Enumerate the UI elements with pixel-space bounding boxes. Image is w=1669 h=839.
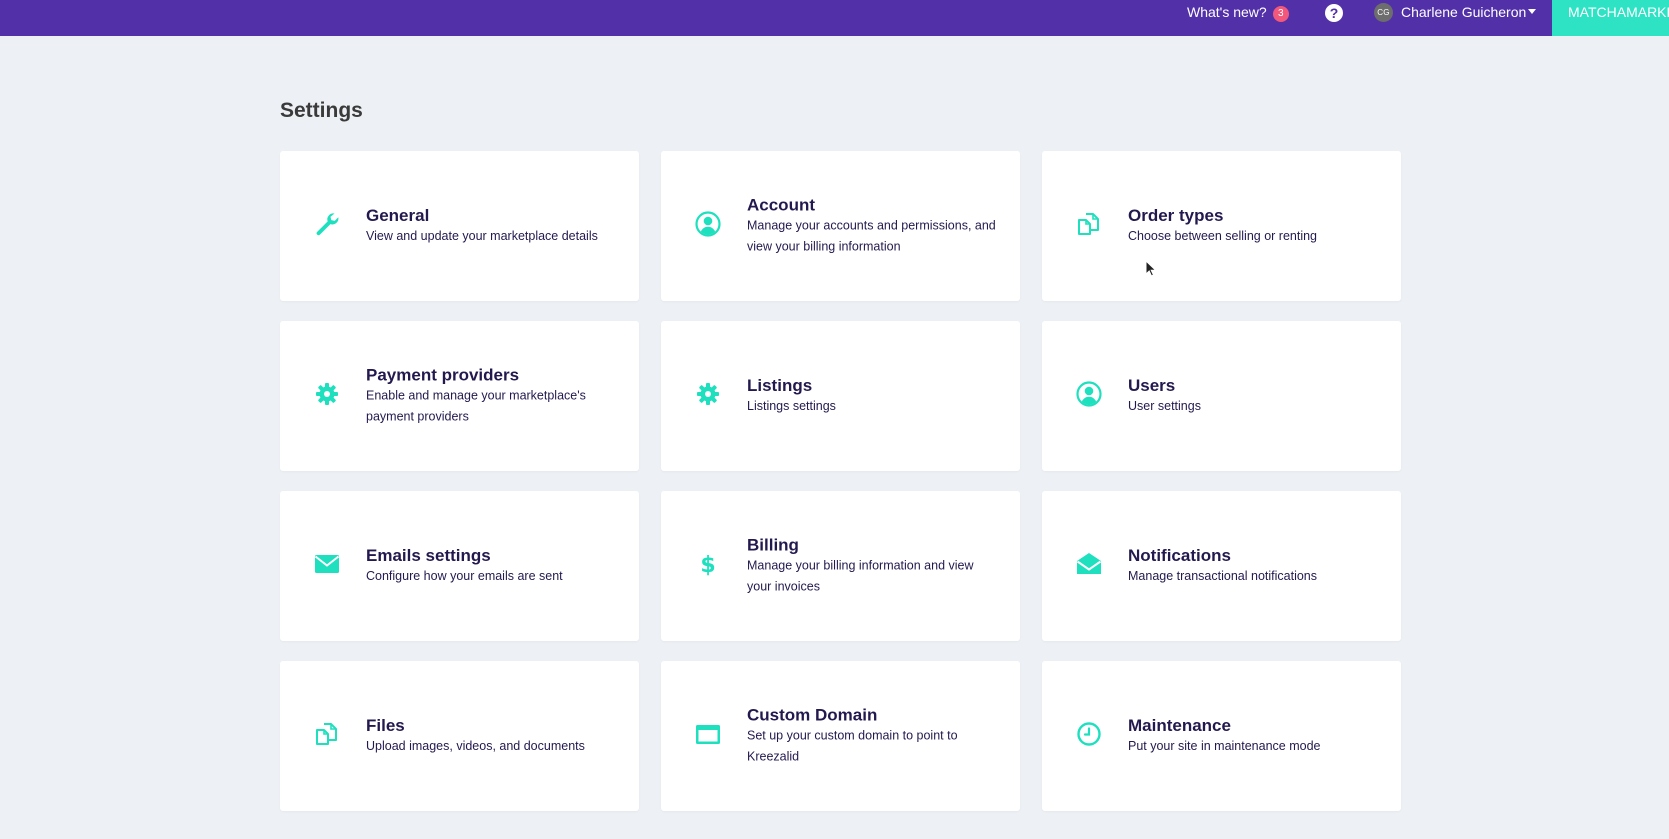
card-description: User settings (1128, 399, 1201, 413)
card-title: Payment providers (366, 365, 520, 385)
card-description: Manage transactional notifications (1128, 569, 1318, 583)
card-title: Maintenance (1128, 716, 1231, 735)
settings-card-billing[interactable]: $ Billing Manage your billing informatio… (661, 491, 1020, 641)
envelope-open-icon (1076, 551, 1102, 577)
whats-new-label: What's new? (1187, 4, 1267, 20)
card-title: General (366, 206, 430, 225)
whats-new-count-badge: 3 (1272, 6, 1289, 22)
documents-icon (314, 721, 340, 747)
settings-card-emails-settings[interactable]: Emails settings Configure how your email… (280, 491, 639, 641)
gear-icon (314, 381, 340, 407)
mouse-cursor-icon (1145, 259, 1157, 278)
page-title: Settings (280, 99, 363, 122)
settings-card-custom-domain[interactable]: Custom Domain Set up your custom domain … (661, 661, 1020, 811)
help-icon[interactable]: ? (1325, 4, 1343, 22)
clock-icon (1076, 721, 1102, 747)
settings-card-order-types[interactable]: Order types Choose between selling or re… (1042, 151, 1401, 301)
card-title: Files (366, 716, 405, 735)
user-circle-icon (1076, 381, 1102, 407)
card-description: Listings settings (747, 399, 836, 413)
envelope-icon (314, 551, 340, 577)
settings-card-listings[interactable]: Listings Listings settings (661, 321, 1020, 471)
settings-card-files[interactable]: Files Upload images, videos, and documen… (280, 661, 639, 811)
card-description: Manage your billing information and view… (747, 558, 974, 594)
card-description: Choose between selling or renting (1128, 229, 1318, 243)
chevron-down-icon[interactable] (1528, 9, 1536, 14)
card-description: Manage your accounts and permissions, an… (747, 218, 996, 254)
card-title: Account (747, 195, 815, 215)
whats-new-link[interactable]: What's new? 3 (1187, 0, 1289, 24)
wrench-icon (314, 211, 340, 237)
card-title: Order types (1128, 206, 1224, 225)
settings-card-users[interactable]: Users User settings (1042, 321, 1401, 471)
documents-icon (1076, 211, 1102, 237)
settings-grid: General View and update your marketplace… (280, 151, 1401, 811)
card-description: View and update your marketplace details (366, 229, 598, 243)
card-title: Notifications (1128, 546, 1231, 565)
gear-icon (695, 381, 721, 407)
card-description: Enable and manage your marketplace's pay… (366, 388, 586, 424)
card-description: Configure how your emails are sent (366, 569, 563, 583)
user-circle-icon (695, 211, 721, 237)
card-title: Users (1128, 376, 1176, 395)
svg-text:$: $ (700, 553, 715, 577)
card-title: Billing (747, 535, 799, 555)
browser-window-icon (695, 721, 721, 747)
card-title: Custom Domain (747, 705, 878, 725)
settings-card-maintenance[interactable]: Maintenance Put your site in maintenance… (1042, 661, 1401, 811)
card-description: Upload images, videos, and documents (366, 739, 585, 753)
avatar[interactable]: CG (1374, 3, 1393, 22)
settings-card-account[interactable]: Account Manage your accounts and permiss… (661, 151, 1020, 301)
card-title: Listings (747, 376, 813, 395)
marketplace-switcher-button[interactable]: MATCHAMARKET (1552, 0, 1669, 36)
settings-card-payment-providers[interactable]: Payment providers Enable and manage your… (280, 321, 639, 471)
card-description: Put your site in maintenance mode (1128, 739, 1321, 753)
dollar-icon: $ (695, 551, 721, 578)
card-description: Set up your custom domain to point to Kr… (747, 728, 958, 764)
card-title: Emails settings (366, 546, 491, 565)
top-navigation-bar: What's new? 3 ? CG Charlene Guicheron MAT… (0, 0, 1669, 36)
settings-card-notifications[interactable]: Notifications Manage transactional notif… (1042, 491, 1401, 641)
settings-card-general[interactable]: General View and update your marketplace… (280, 151, 639, 301)
user-menu-name[interactable]: Charlene Guicheron (1401, 0, 1526, 24)
brand-label: MATCHAMARKET (1568, 4, 1669, 20)
